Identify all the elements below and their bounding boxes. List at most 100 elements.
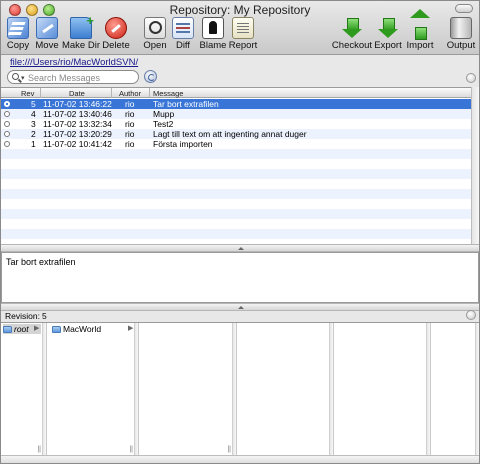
search-menu-chevron-icon[interactable]: ▾ <box>21 74 25 82</box>
table-row[interactable]: 1 11-07-02 10:41:42 rio Första importen <box>1 139 471 149</box>
column-header-date[interactable]: Date <box>69 89 85 98</box>
column-scrollbar[interactable] <box>329 323 333 456</box>
table-row[interactable]: 2 11-07-02 13:20:29 rio Lagt till text om a… <box>1 129 471 139</box>
empty-table-row <box>1 179 471 189</box>
refresh-button[interactable] <box>144 70 157 83</box>
cell-date: 11-07-02 13:20:29 <box>43 129 112 139</box>
column-scrollbar[interactable] <box>426 323 430 456</box>
browser-column: root ▶ || <box>1 323 47 456</box>
repository-url-link[interactable]: file:///Users/rio/MacWorldSVN/ <box>10 57 138 68</box>
cell-author: rio <box>125 109 135 119</box>
chevron-right-icon: ▶ <box>34 325 40 332</box>
table-row[interactable]: 3 11-07-02 13:32:34 rio Test2 <box>1 119 471 129</box>
output-button[interactable]: Output <box>439 17 480 53</box>
delete-button[interactable]: Delete <box>94 17 138 53</box>
report-button[interactable]: Report <box>221 17 265 53</box>
path-bar: file:///Users/rio/MacWorldSVN/ <box>1 56 479 70</box>
row-radio-button[interactable] <box>4 121 10 127</box>
toolbar-toggle-button[interactable] <box>455 4 473 13</box>
output-icon <box>450 17 472 39</box>
empty-table-row <box>1 219 471 229</box>
cell-author: rio <box>125 99 135 109</box>
revision-label: Revision: <box>5 311 40 321</box>
repository-window: Repository: My Repository Copy Move Make… <box>0 0 480 464</box>
cell-date: 11-07-02 10:41:42 <box>43 139 112 149</box>
cell-rev: 2 <box>31 129 36 139</box>
column-divider[interactable] <box>111 88 112 98</box>
empty-table-row <box>1 209 471 219</box>
table-header: Rev Date Author Message <box>1 88 471 98</box>
column-scrollbar[interactable] <box>134 323 138 456</box>
search-input[interactable] <box>28 72 136 83</box>
table-row[interactable]: 5 11-07-02 13:46:22 rio Tar bort extrafilen <box>1 99 471 109</box>
row-radio-button[interactable] <box>4 131 10 137</box>
cell-date: 11-07-02 13:40:46 <box>43 109 112 119</box>
row-radio-button[interactable] <box>4 101 10 107</box>
cell-message: Test2 <box>153 119 174 129</box>
output-label: Output <box>446 40 476 51</box>
cell-rev: 4 <box>31 109 36 119</box>
cell-author: rio <box>125 119 135 129</box>
column-divider[interactable] <box>149 88 150 98</box>
search-row: ▾ <box>1 70 479 86</box>
column-resize-grip[interactable]: || <box>37 446 41 453</box>
browser-column <box>237 323 334 456</box>
window-title: Repository: My Repository <box>169 3 311 17</box>
table-vertical-scrollbar[interactable] <box>471 87 479 244</box>
cell-rev: 3 <box>31 119 36 129</box>
column-resize-grip[interactable]: || <box>227 446 231 453</box>
root-folder-icon <box>3 326 12 333</box>
make-dir-icon <box>70 13 94 39</box>
column-header-message[interactable]: Message <box>153 89 183 98</box>
cell-date: 11-07-02 13:46:22 <box>43 99 112 109</box>
checkout-icon <box>341 17 363 39</box>
cell-message: Mupp <box>153 109 175 119</box>
column-divider[interactable] <box>40 88 41 98</box>
import-button[interactable]: Import <box>398 9 442 53</box>
column-scrollbar[interactable] <box>475 323 479 456</box>
column-scrollbar[interactable] <box>232 323 236 456</box>
import-label: Import <box>406 40 434 51</box>
move-icon <box>36 17 58 39</box>
browser-item-macworld[interactable]: MacWorld <box>52 324 101 334</box>
lower-splitter[interactable] <box>1 303 479 311</box>
cell-author: rio <box>125 129 135 139</box>
chevron-right-icon: ▶ <box>128 325 134 332</box>
report-icon <box>232 17 254 39</box>
column-resize-grip[interactable]: || <box>129 446 133 453</box>
revisions-table: Rev Date Author Message 5 11-07-02 13:46:… <box>1 87 471 244</box>
table-options-button[interactable] <box>466 73 476 83</box>
cell-message: Första importen <box>153 139 213 149</box>
empty-table-row <box>1 189 471 199</box>
revision-row: Revision: 5 <box>1 310 479 321</box>
message-text-view[interactable]: Tar bort extrafilen <box>1 252 479 303</box>
root-label: root <box>14 324 29 334</box>
empty-table-row <box>1 149 471 159</box>
delete-icon <box>105 17 127 39</box>
browser-horizontal-scrollbar[interactable] <box>1 455 479 463</box>
folder-icon <box>52 326 61 333</box>
import-icon <box>409 9 431 40</box>
cell-date: 11-07-02 13:32:34 <box>43 119 112 129</box>
browser-column <box>431 323 479 456</box>
row-radio-button[interactable] <box>4 111 10 117</box>
cell-message: Tar bort extrafilen <box>153 99 219 109</box>
search-icon <box>12 73 19 80</box>
column-scrollbar[interactable] <box>42 323 46 456</box>
upper-splitter[interactable] <box>1 244 479 252</box>
empty-table-row <box>1 229 471 239</box>
repository-browser: root ▶ || MacWorld ▶ || || <box>1 322 479 456</box>
cell-author: rio <box>125 139 135 149</box>
empty-table-row <box>1 159 471 169</box>
column-header-rev[interactable]: Rev <box>21 89 34 98</box>
empty-table-row <box>1 199 471 209</box>
browser-column: MacWorld ▶ || <box>47 323 139 456</box>
empty-table-row <box>1 169 471 179</box>
report-label: Report <box>228 40 258 51</box>
cell-rev: 5 <box>31 99 36 109</box>
column-header-author[interactable]: Author <box>119 89 141 98</box>
revision-options-button[interactable] <box>466 310 476 320</box>
table-row[interactable]: 4 11-07-02 13:40:46 rio Mupp <box>1 109 471 119</box>
search-field[interactable]: ▾ <box>7 70 139 84</box>
row-radio-button[interactable] <box>4 141 10 147</box>
